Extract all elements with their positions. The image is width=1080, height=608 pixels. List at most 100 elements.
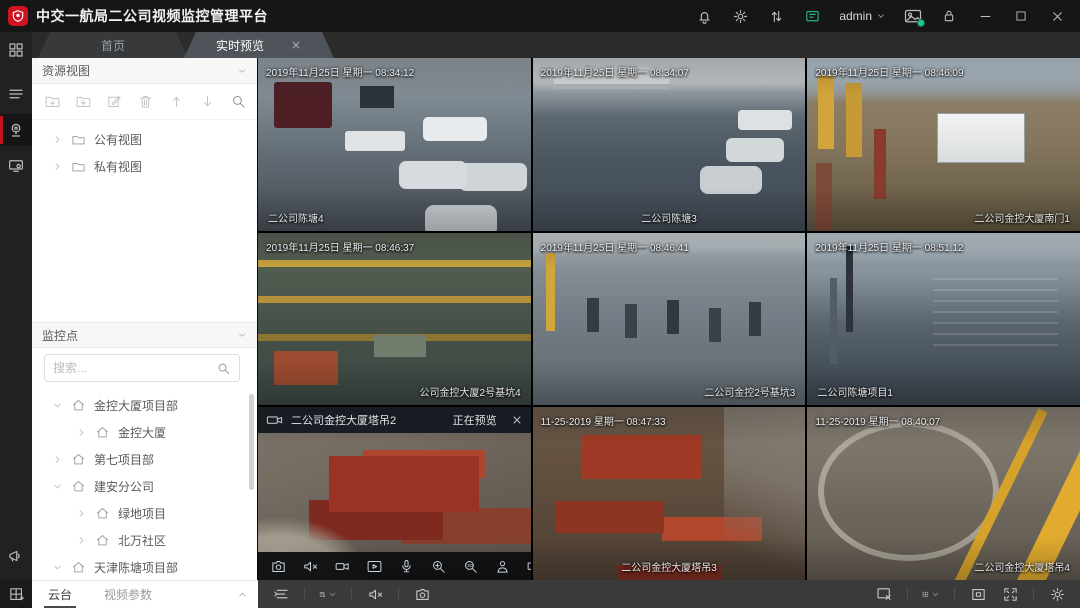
- close-video-icon[interactable]: [511, 414, 523, 426]
- goto-position-icon[interactable]: [494, 558, 511, 575]
- resource-view-header[interactable]: 资源视图: [32, 58, 257, 84]
- minimize-button[interactable]: [976, 7, 994, 25]
- record-icon[interactable]: [334, 558, 351, 575]
- chevron-right-icon[interactable]: [76, 427, 87, 438]
- chevron-right-icon[interactable]: [52, 454, 63, 465]
- video-frame: [807, 233, 1080, 406]
- snapshot-icon[interactable]: [270, 558, 287, 575]
- video-cell-4[interactable]: 2019年11月25日 星期一 08:46:37 公司金控大厦2号基坑4: [258, 233, 531, 406]
- snapshot-icon[interactable]: [413, 585, 431, 603]
- tree-item-label: 天津陈塘项目部: [94, 559, 178, 576]
- camera-label: 二公司金控大厦南门1: [974, 210, 1070, 225]
- add-view-icon[interactable]: [75, 93, 92, 110]
- folder-icon: [71, 132, 86, 147]
- divider: [1033, 587, 1034, 601]
- chevron-right-icon[interactable]: [76, 535, 87, 546]
- video-cell-2[interactable]: 2019年11月25日 星期一 08:34:07 二公司陈塘3: [533, 58, 806, 231]
- edit-icon[interactable]: [106, 93, 123, 110]
- monitor-points-header[interactable]: 监控点: [32, 322, 257, 348]
- video-cell-header: 二公司金控大厦塔吊2 正在预览: [258, 407, 531, 433]
- menu-icon[interactable]: [0, 78, 32, 110]
- search-input[interactable]: [53, 361, 216, 375]
- home-icon: [71, 452, 86, 467]
- video-timestamp: 2019年11月25日 星期一 08:34:12: [266, 64, 414, 79]
- tab-video-params[interactable]: 视频参数: [88, 581, 168, 608]
- mute-icon[interactable]: [366, 585, 384, 603]
- tab-live-preview[interactable]: 实时预览: [184, 32, 334, 58]
- move-up-icon[interactable]: [168, 93, 185, 110]
- video-cell-8[interactable]: 11-25-2019 星期一 08:47:33 二公司金控大厦塔吊3: [533, 407, 806, 580]
- chevron-down-icon[interactable]: [52, 400, 63, 411]
- lock-icon[interactable]: [940, 7, 958, 25]
- resource-view-title: 资源视图: [42, 62, 237, 79]
- tab-ptz[interactable]: 云台: [32, 581, 88, 608]
- tree-item-site[interactable]: 绿地项目: [32, 500, 257, 527]
- camera-label: 二公司金控大厦塔吊4: [974, 559, 1070, 574]
- grid-toolbar-right: [875, 585, 1066, 603]
- fullscreen-icon[interactable]: [1001, 585, 1019, 603]
- tab-close-icon[interactable]: [290, 39, 302, 51]
- tree-item-site[interactable]: 第七项目部: [32, 446, 257, 473]
- pip-icon[interactable]: [969, 585, 987, 603]
- settings-icon[interactable]: [731, 7, 749, 25]
- folder-icon: [71, 159, 86, 174]
- tree-item-site[interactable]: 金控大厦项目部: [32, 392, 257, 419]
- delete-icon[interactable]: [137, 93, 154, 110]
- mic-icon[interactable]: [398, 558, 415, 575]
- divider: [954, 587, 955, 601]
- tv-wall-icon[interactable]: [803, 7, 821, 25]
- bell-icon[interactable]: [695, 7, 713, 25]
- settings-icon[interactable]: [1048, 585, 1066, 603]
- video-cell-3[interactable]: 2019年11月25日 星期一 08:46:09 二公司金控大厦南门1: [807, 58, 1080, 231]
- video-cell-6[interactable]: 2019年11月25日 星期一 08:51:12 二公司陈塘项目1: [807, 233, 1080, 406]
- mute-icon[interactable]: [302, 558, 319, 575]
- chevron-right-icon[interactable]: [76, 508, 87, 519]
- zoom-3d-icon[interactable]: 3D: [462, 558, 479, 575]
- webcam-icon[interactable]: [0, 114, 32, 146]
- chevron-right-icon[interactable]: [52, 161, 63, 172]
- video-timestamp: 2019年11月25日 星期一 08:46:41: [541, 239, 689, 254]
- chevron-down-icon[interactable]: [52, 481, 63, 492]
- tree-item-site[interactable]: 建安分公司: [32, 473, 257, 500]
- scrollbar[interactable]: [249, 394, 254, 490]
- video-frame: [258, 58, 531, 231]
- tree-item-site[interactable]: 北万社区: [32, 527, 257, 554]
- tab-video-params-label: 视频参数: [104, 586, 152, 603]
- add-folder-icon[interactable]: [44, 93, 61, 110]
- stream-list-icon[interactable]: [272, 585, 290, 603]
- search-icon[interactable]: [230, 93, 247, 110]
- selected-camera-title: 二公司金控大厦塔吊2: [291, 412, 445, 428]
- chevron-down-icon[interactable]: [52, 562, 63, 573]
- tree-item-site[interactable]: 天津陈塘项目部: [32, 554, 257, 581]
- close-button[interactable]: [1048, 7, 1066, 25]
- wall-add-icon[interactable]: [0, 580, 32, 608]
- playback-icon[interactable]: [366, 558, 383, 575]
- video-cell-1[interactable]: 2019年11月25日 星期一 08:34:12 二公司陈塘4: [258, 58, 531, 231]
- zoom-in-icon[interactable]: [430, 558, 447, 575]
- move-down-icon[interactable]: [199, 93, 216, 110]
- tree-item-site[interactable]: 金控大厦: [32, 419, 257, 446]
- close-screen-icon[interactable]: [875, 585, 893, 603]
- maximize-button[interactable]: [1012, 7, 1030, 25]
- search-icon[interactable]: [216, 361, 231, 376]
- capture-status-icon[interactable]: [904, 7, 922, 25]
- video-timestamp: 2019年11月25日 星期一 08:34:07: [541, 64, 689, 79]
- grid-layout-icon[interactable]: [922, 585, 940, 603]
- tree-item-private-views[interactable]: 私有视图: [32, 153, 257, 180]
- preset-icon[interactable]: [526, 558, 531, 575]
- device-settings-icon[interactable]: [0, 150, 32, 182]
- chevron-up-icon[interactable]: [237, 589, 248, 600]
- home-icon: [95, 425, 110, 440]
- data-switch-icon[interactable]: [767, 7, 785, 25]
- save-icon[interactable]: [319, 585, 337, 603]
- chevron-down-icon: [237, 330, 247, 340]
- video-cell-5[interactable]: 2019年11月25日 星期一 08:46:41 二公司金控2号基坑3: [533, 233, 806, 406]
- video-cell-9[interactable]: 11-25-2019 星期一 08:40:07 二公司金控大厦塔吊4: [807, 407, 1080, 580]
- user-menu[interactable]: admin: [839, 9, 886, 23]
- tab-home[interactable]: 首页: [38, 32, 188, 58]
- video-cell-7-selected[interactable]: 二公司金控大厦塔吊2 正在预览 3D: [258, 407, 531, 580]
- broadcast-icon[interactable]: [0, 540, 32, 572]
- apps-grid-icon[interactable]: [0, 34, 32, 66]
- tree-item-public-views[interactable]: 公有视图: [32, 126, 257, 153]
- chevron-right-icon[interactable]: [52, 134, 63, 145]
